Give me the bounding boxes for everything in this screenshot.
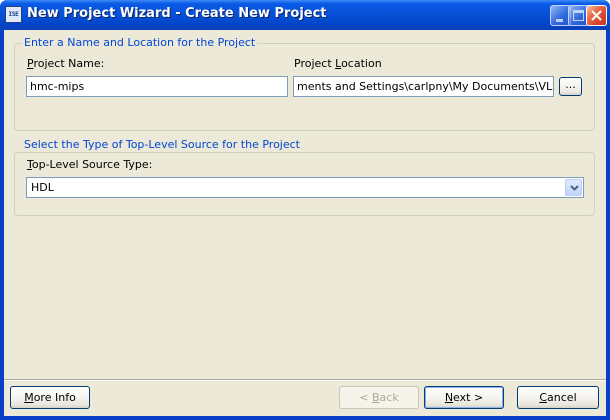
chevron-down-icon bbox=[570, 185, 579, 191]
dropdown-arrow-button[interactable] bbox=[565, 179, 582, 196]
maximize-icon bbox=[573, 10, 584, 21]
source-type-dropdown[interactable]: HDL bbox=[26, 177, 584, 198]
project-location-label: Project Location bbox=[294, 57, 382, 70]
more-info-button[interactable]: More Info bbox=[10, 386, 90, 409]
browse-location-button[interactable]: ... bbox=[559, 77, 582, 96]
source-type-value: HDL bbox=[31, 181, 54, 194]
wizard-window: ISE New Project Wizard - Create New Proj… bbox=[0, 0, 610, 420]
cancel-button[interactable]: Cancel bbox=[517, 386, 599, 409]
project-name-label: Project Name: bbox=[27, 57, 105, 70]
footer-separator bbox=[4, 379, 606, 381]
source-type-label: Top-Level Source Type: bbox=[27, 158, 153, 171]
app-icon: ISE bbox=[5, 6, 22, 23]
title-bar[interactable]: ISE New Project Wizard - Create New Proj… bbox=[0, 0, 610, 30]
wizard-client-area: Enter a Name and Location for the Projec… bbox=[4, 30, 606, 416]
back-button[interactable]: < Back bbox=[339, 386, 419, 409]
close-icon bbox=[591, 10, 602, 21]
minimize-icon bbox=[556, 19, 563, 22]
project-location-field[interactable]: ments and Settings\carlpny\My Documents\… bbox=[293, 76, 554, 97]
next-button[interactable]: Next > bbox=[424, 386, 504, 409]
project-group-caption: Enter a Name and Location for the Projec… bbox=[22, 36, 258, 49]
source-type-group-caption: Select the Type of Top-Level Source for … bbox=[22, 138, 302, 151]
window-title: New Project Wizard - Create New Project bbox=[27, 6, 327, 21]
close-button[interactable] bbox=[586, 5, 607, 26]
project-name-field[interactable]: hmc-mips bbox=[26, 76, 288, 97]
